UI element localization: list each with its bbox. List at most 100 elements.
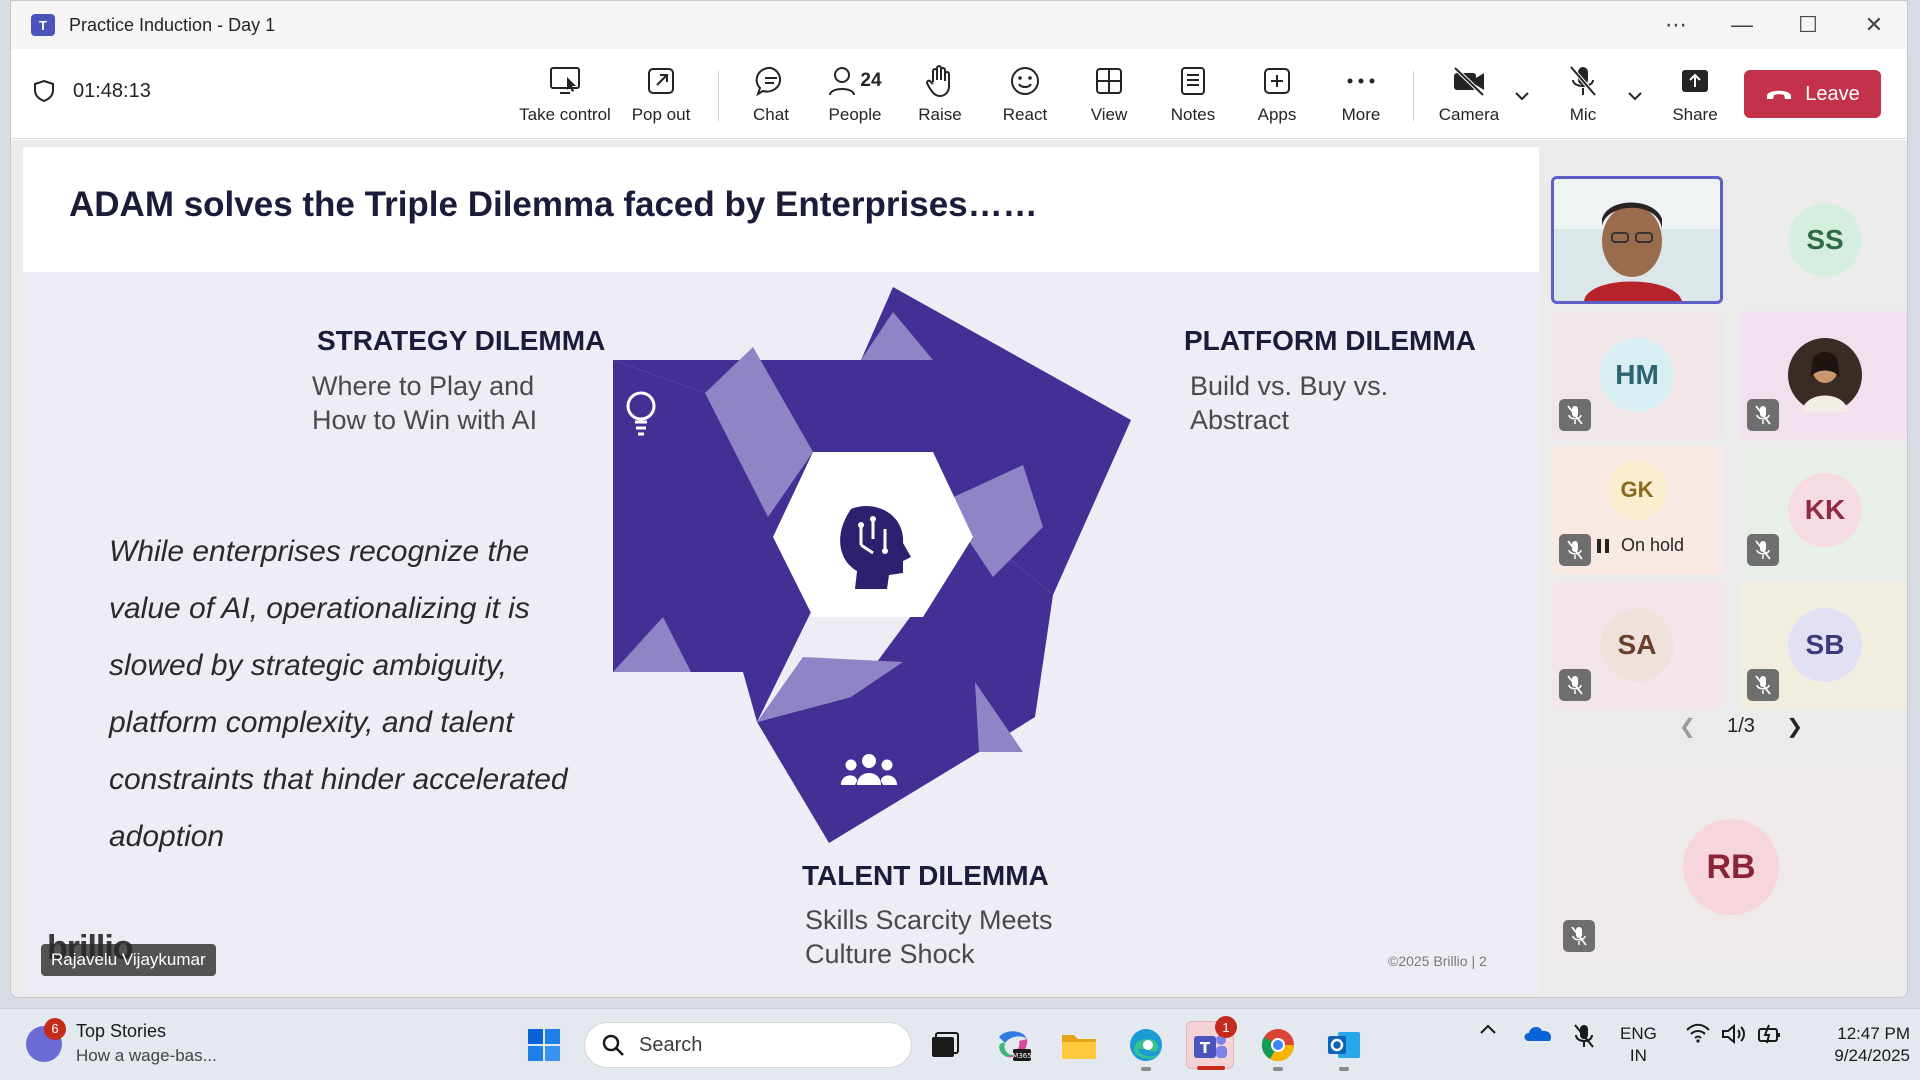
participant-tile-kk[interactable]: KK — [1739, 446, 1907, 574]
outlook-app[interactable] — [1320, 1021, 1368, 1071]
view-label: View — [1090, 105, 1128, 124]
apps-label: Apps — [1257, 105, 1297, 124]
more-button[interactable]: More — [1329, 61, 1393, 129]
mic-button[interactable]: Mic — [1551, 61, 1615, 129]
news-badge: 6 — [44, 1017, 66, 1040]
muted-mic-icon — [1559, 534, 1591, 566]
notes-icon — [1181, 67, 1205, 95]
apps-button[interactable]: Apps — [1245, 61, 1309, 129]
react-button[interactable]: React — [993, 61, 1057, 129]
raise-button[interactable]: Raise — [909, 61, 971, 129]
participant-avatar: HM — [1600, 338, 1674, 412]
teams-logo-icon: T — [31, 14, 55, 36]
share-button[interactable]: Share — [1663, 61, 1727, 129]
window-title: Practice Induction - Day 1 — [69, 14, 276, 35]
take-control-button[interactable]: Take control — [518, 61, 612, 129]
news-widget[interactable]: 6 Top Stories How a wage-bas... — [26, 1017, 217, 1066]
talent-dilemma-title: TALENT DILEMMA — [802, 860, 1049, 891]
clock-date: 9/24/2025 — [1834, 1046, 1910, 1065]
outlook-icon — [1328, 1032, 1360, 1058]
notes-button[interactable]: Notes — [1161, 61, 1225, 129]
shield-icon — [34, 79, 54, 103]
slide-title: ADAM solves the Triple Dilemma faced by … — [69, 185, 1038, 224]
system-clock[interactable]: 12:47 PM 9/24/2025 — [1800, 1023, 1910, 1067]
participant-video-feed — [1554, 179, 1720, 301]
mic-options-chevron-icon[interactable] — [1620, 81, 1650, 111]
minimize-icon[interactable]: — — [1709, 1, 1775, 49]
task-view-button[interactable] — [920, 1021, 968, 1069]
wifi-icon[interactable] — [1684, 1023, 1712, 1043]
participant-tile-rb[interactable]: RB — [1551, 770, 1907, 964]
more-options-icon[interactable]: ⋯ — [1643, 1, 1709, 49]
svg-text:T: T — [1200, 1039, 1211, 1057]
task-view-icon — [932, 1032, 959, 1057]
camera-button[interactable]: Camera — [1433, 61, 1505, 129]
more-label: More — [1341, 105, 1381, 124]
participant-tile-video[interactable] — [1551, 176, 1723, 304]
participant-avatar: RB — [1683, 819, 1779, 915]
raise-hand-icon — [926, 65, 950, 98]
slide-copyright: ©2025 Brillio | 2 — [1388, 953, 1487, 969]
strategy-dilemma-title: STRATEGY DILEMMA — [317, 325, 606, 356]
muted-mic-icon — [1747, 669, 1779, 701]
view-button[interactable]: View — [1077, 61, 1141, 129]
participant-tile-ss[interactable]: SS — [1739, 176, 1907, 304]
running-indicator — [1273, 1067, 1283, 1071]
meeting-toolbar: 01:48:13 Take control Pop out Chat 24 Pe… — [11, 49, 1907, 139]
camera-options-chevron-icon[interactable] — [1507, 81, 1537, 111]
taskbar-search[interactable]: Search — [584, 1022, 912, 1068]
toolbar-divider — [718, 71, 719, 121]
file-explorer-app[interactable] — [1055, 1021, 1103, 1069]
onedrive-cloud-icon[interactable] — [1522, 1023, 1554, 1043]
show-hidden-icons-chevron-icon[interactable] — [1478, 1023, 1498, 1035]
pop-out-button[interactable]: Pop out — [623, 61, 699, 129]
participant-avatar: GK — [1607, 460, 1667, 520]
chrome-browser-app[interactable] — [1254, 1021, 1302, 1071]
chrome-icon — [1261, 1029, 1295, 1062]
strategy-dilemma-line2: How to Win with AI — [312, 405, 538, 435]
platform-dilemma-line1: Build vs. Buy vs. — [1190, 371, 1389, 401]
chat-button[interactable]: Chat — [739, 61, 803, 129]
muted-mic-icon — [1559, 399, 1591, 431]
participant-tile-sa[interactable]: SA — [1551, 581, 1723, 709]
muted-mic-icon — [1747, 534, 1779, 566]
running-indicator — [1339, 1067, 1349, 1071]
raise-label: Raise — [918, 105, 962, 124]
camera-off-icon — [1453, 66, 1485, 96]
strategy-dilemma-line1: Where to Play and — [312, 371, 535, 401]
participants-pager: ❮ 1/3 ❯ — [1679, 714, 1803, 739]
participant-tile-sb[interactable]: SB — [1739, 581, 1907, 709]
triple-dilemma-diagram — [613, 287, 1131, 843]
pause-icon — [1597, 538, 1609, 553]
participant-tile-hm[interactable]: HM — [1551, 311, 1723, 439]
presenter-name-tag: Rajavelu Vijaykumar — [41, 944, 216, 976]
active-indicator — [1197, 1066, 1225, 1070]
slide-header: ADAM solves the Triple Dilemma faced by … — [23, 147, 1539, 272]
start-button[interactable] — [520, 1021, 568, 1069]
leave-button[interactable]: Leave — [1744, 70, 1881, 118]
platform-dilemma-title: PLATFORM DILEMMA — [1184, 325, 1476, 356]
people-count: 24 — [860, 70, 882, 91]
next-page-chevron-icon[interactable]: ❯ — [1786, 714, 1803, 739]
talent-dilemma-line2: Culture Shock — [805, 939, 975, 969]
language-indicator[interactable]: ENG IN — [1620, 1023, 1657, 1067]
react-label: React — [1002, 105, 1048, 124]
news-subtitle: How a wage-bas... — [76, 1046, 217, 1065]
volume-icon[interactable] — [1720, 1023, 1748, 1045]
edge-browser-app[interactable] — [1122, 1021, 1170, 1071]
participant-tile-gk[interactable]: GK On hold — [1551, 446, 1723, 574]
teams-app[interactable]: T 1 — [1186, 1016, 1237, 1070]
maximize-icon[interactable]: ☐ — [1775, 1, 1841, 49]
prev-page-chevron-icon[interactable]: ❮ — [1679, 714, 1696, 739]
participant-avatar: SB — [1788, 608, 1862, 682]
teams-notification-badge: 1 — [1215, 1016, 1237, 1038]
m365-copilot-app[interactable]: M365 — [989, 1021, 1037, 1069]
tray-mic-muted-icon[interactable] — [1570, 1023, 1598, 1049]
people-icon — [829, 67, 856, 96]
clock-time: 12:47 PM — [1837, 1024, 1910, 1043]
take-control-label: Take control — [519, 105, 611, 124]
participant-tile-photo[interactable] — [1739, 311, 1907, 439]
close-icon[interactable]: ✕ — [1841, 1, 1907, 49]
people-button[interactable]: 24 People — [819, 61, 891, 129]
battery-charging-icon[interactable] — [1756, 1023, 1784, 1045]
